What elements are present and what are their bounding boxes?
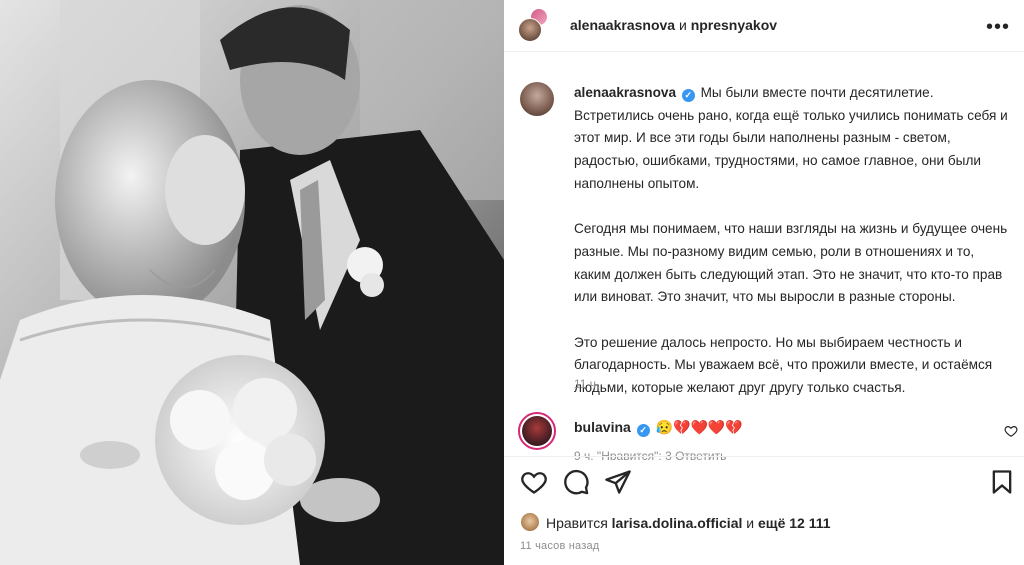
- comment-text: bulavina ✓ 😥💔❤️❤️💔: [574, 419, 743, 437]
- comment-item: bulavina ✓ 😥💔❤️❤️💔 9 ч. "Нравится": 3 От…: [504, 408, 1024, 460]
- divider: [504, 456, 1024, 457]
- post-authors: alenaakrasnova и npresnyakov: [570, 17, 777, 33]
- likes-prefix: Нравится: [546, 515, 608, 531]
- verified-icon: ✓: [681, 89, 695, 102]
- bookmark-icon[interactable]: [988, 468, 1016, 496]
- caption-time[interactable]: 11 ч.: [574, 377, 599, 391]
- post-details-panel: alenaakrasnova и npresnyakov ••• alenaak…: [504, 0, 1024, 565]
- comment-avatar[interactable]: [518, 412, 556, 450]
- caption-paragraph-2: Сегодня мы понимаем, что наши взгляды на…: [574, 221, 1008, 305]
- author-link-alenaakrasnova[interactable]: alenaakrasnova: [570, 17, 675, 33]
- comment-like-heart-icon[interactable]: [1004, 424, 1018, 438]
- liker-avatar[interactable]: [520, 512, 540, 532]
- share-icon[interactable]: [604, 468, 632, 496]
- verified-icon: ✓: [636, 424, 650, 437]
- caption-paragraph-3: Это решение далось непросто. Но мы выбир…: [574, 334, 993, 396]
- post-timestamp: 11 часов назад: [520, 540, 600, 552]
- avatar-alenaakrasnova[interactable]: [518, 18, 542, 42]
- post-actions: [504, 462, 1024, 502]
- wedding-photo-image: [0, 0, 504, 565]
- collab-avatars[interactable]: [518, 8, 548, 44]
- post-header: alenaakrasnova и npresnyakov •••: [504, 0, 1024, 52]
- post-caption: alenaakrasnova ✓ Мы были вместе почти де…: [504, 78, 1024, 398]
- comment-meta[interactable]: 9 ч. "Нравится": 3 Ответить: [574, 449, 726, 460]
- likes-and: и: [746, 515, 755, 531]
- caption-text: alenaakrasnova ✓ Мы были вместе почти де…: [574, 82, 1014, 400]
- author-link-npresnyakov[interactable]: npresnyakov: [691, 17, 777, 33]
- likes-count[interactable]: ещё 12 111: [758, 515, 831, 531]
- comment-body: 😥💔❤️❤️💔: [655, 419, 743, 435]
- more-options-icon[interactable]: •••: [986, 16, 1010, 39]
- caption-username[interactable]: alenaakrasnova: [574, 85, 676, 100]
- post-photo[interactable]: [0, 0, 504, 565]
- likes-text: Нравится larisa.dolina.official и ещё 12…: [546, 515, 831, 531]
- caption-paragraph-1: Мы были вместе почти десятилетие. Встрет…: [574, 85, 1008, 191]
- comment-icon[interactable]: [562, 468, 590, 496]
- heart-icon[interactable]: [520, 468, 548, 496]
- caption-avatar[interactable]: [520, 82, 554, 116]
- authors-conjunction: и: [678, 17, 687, 33]
- comment-username[interactable]: bulavina: [574, 419, 631, 435]
- liker-username[interactable]: larisa.dolina.official: [612, 515, 743, 531]
